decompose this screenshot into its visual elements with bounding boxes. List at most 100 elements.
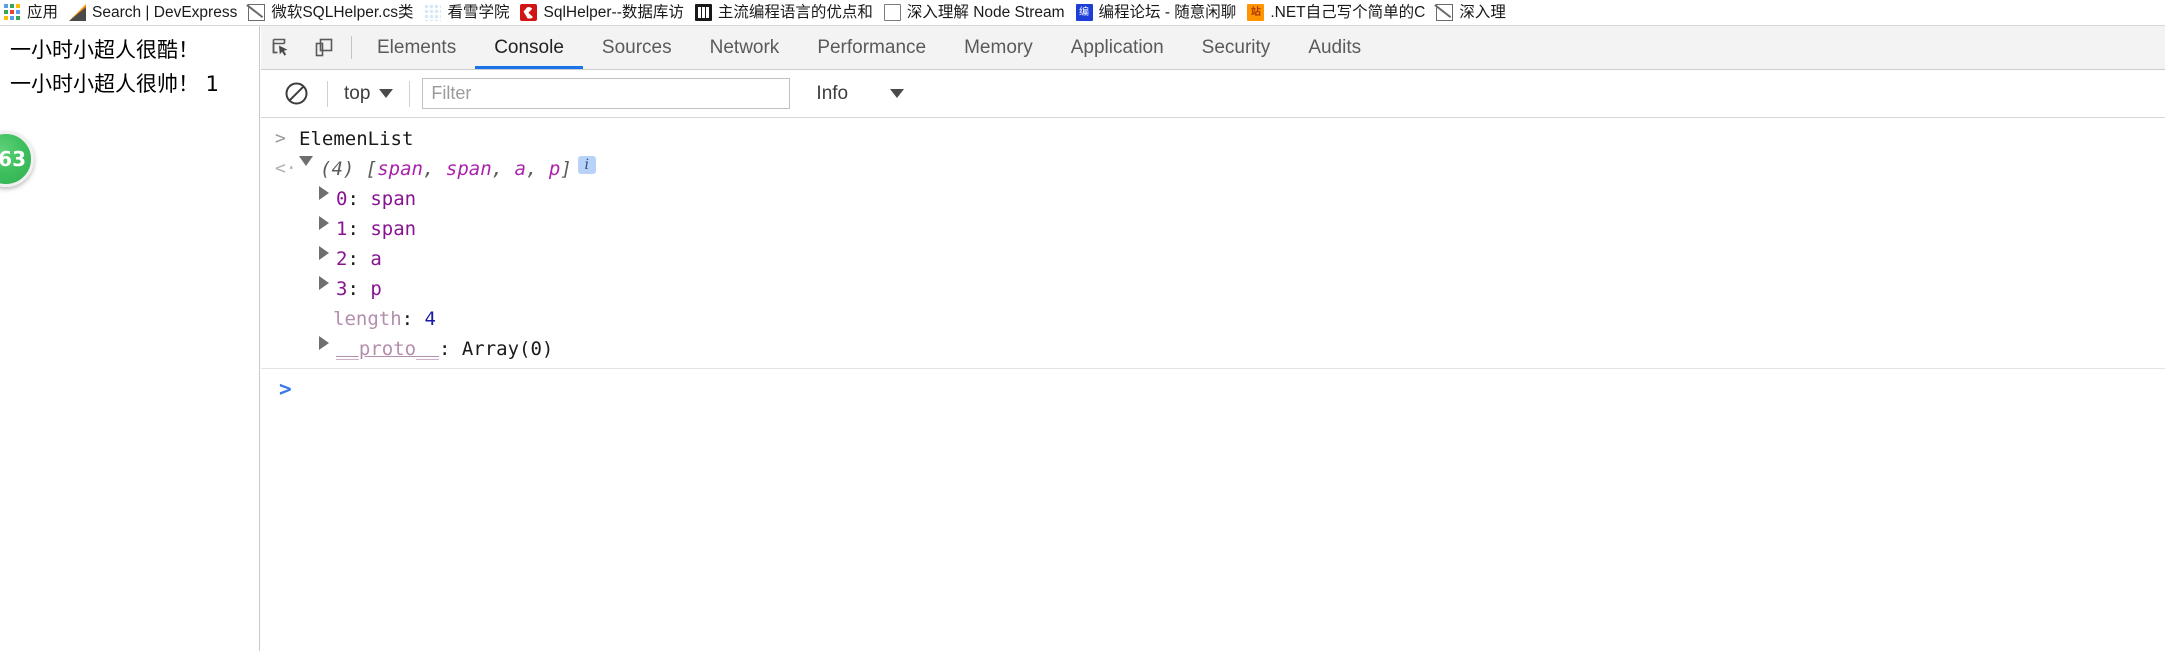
chevron-down-icon [379,89,394,98]
expand-triangle-closed-icon[interactable] [319,276,329,290]
tab-label: Elements [377,36,457,58]
green-score-badge[interactable]: 63 [0,131,34,187]
bookmark-item[interactable]: Search | DevExpress [65,0,244,25]
tab-label: Application [1070,36,1164,58]
bookmark-bar: 应用 Search | DevExpress 微软SQLHelper.cs类 看雪学院… [0,0,2165,26]
devtools-tab-list: Elements Console Sources Network Performance… [358,26,1380,69]
bookmark-item[interactable]: 看雪学院 [420,0,516,25]
console-row-list: > ElemenList <· (4) [span, span, a, p] i 0: s… [261,124,2165,364]
bookmark-label: 应用 [27,3,59,21]
console-text: 2 [336,248,348,270]
dark-bars-icon [694,4,712,21]
console-text: a [514,158,526,180]
prompt-chevron-icon: > [279,377,292,401]
snowflake-icon [424,4,442,21]
console-text: : [347,218,371,240]
bookmark-item[interactable]: 深入理 [1432,0,1513,25]
execution-context-selector[interactable]: top [336,79,401,109]
tab-network[interactable]: Network [691,26,799,69]
tab-label: Audits [1308,36,1362,58]
console-text: 1 [336,218,348,240]
console-text: [ [365,158,378,180]
document-icon [883,4,901,21]
bookmark-item[interactable]: SqlHelper--数据库访 [516,0,690,25]
console-text: span [370,188,417,210]
expand-triangle-closed-icon[interactable] [319,336,329,350]
bookmark-label: 微软SQLHelper.cs类 [271,3,414,21]
forum-icon: 编 [1075,4,1093,21]
tab-performance[interactable]: Performance [798,26,945,69]
device-toolbar-icon[interactable] [303,26,345,69]
page-text-line-1: 一小时小超人很酷！ [10,38,199,62]
console-row[interactable]: __proto__: Array(0) [261,334,2165,364]
console-text: 3 [336,278,348,300]
filter-input[interactable] [422,78,791,109]
toolbar-divider [409,80,411,107]
toolbar-divider [351,36,352,59]
console-text: length [333,308,402,330]
console-row[interactable]: 0: span [261,184,2165,214]
tab-audits[interactable]: Audits [1289,26,1380,69]
tab-elements[interactable]: Elements [358,26,475,69]
expand-triangle-closed-icon[interactable] [319,186,329,200]
tab-application[interactable]: Application [1052,26,1183,69]
console-row[interactable]: <· (4) [span, span, a, p] i [261,154,2165,184]
console-text: : [347,188,371,210]
tab-console[interactable]: Console [475,26,583,69]
bookmark-label: 深入理 [1459,3,1506,21]
bookmark-item[interactable]: 微软SQLHelper.cs类 [244,0,420,25]
cut-link-icon [1436,4,1454,21]
console-text: , [422,158,446,180]
console-text: a [370,248,382,270]
console-text: Array(0) [461,338,554,360]
console-toolbar: top Info [261,70,2165,118]
console-text: : [438,338,462,360]
console-row[interactable]: > ElemenList [261,124,2165,154]
expand-triangle-closed-icon[interactable] [319,246,329,260]
console-text: 4 [424,308,436,330]
console-row[interactable]: 3: p [261,274,2165,304]
console-row[interactable]: 2: a [261,244,2165,274]
console-output[interactable]: > ElemenList <· (4) [span, span, a, p] i 0: s… [261,118,2165,651]
console-text: (4) [320,158,366,180]
bookmark-item[interactable]: 编编程论坛 - 随意闲聊 [1072,0,1244,25]
bookmark-label: SqlHelper--数据库访 [543,3,684,21]
bookmark-item[interactable]: 应用 [0,0,65,25]
console-text: span [377,158,423,180]
expand-triangle-closed-icon[interactable] [319,216,329,230]
chevron-down-icon [890,89,905,98]
tab-label: Sources [601,36,672,58]
info-badge-icon[interactable]: i [577,156,596,174]
inspect-element-icon[interactable] [261,26,303,69]
page-text-line-2: 一小时小超人很帅！ 1 [10,72,220,96]
console-prompt-row[interactable]: > [261,369,2165,403]
console-row[interactable]: length: 4 [261,304,2165,334]
devtools-panel: Elements Console Sources Network Performance… [261,26,2165,651]
bookmark-label: 深入理解 Node Stream [906,3,1065,21]
tab-sources[interactable]: Sources [583,26,691,69]
tab-label: Console [494,36,564,58]
red-site-icon [520,4,538,21]
clear-console-icon[interactable] [273,71,319,117]
cut-link-icon [248,4,266,21]
bookmark-item[interactable]: 主流编程语言的优点和 [691,0,880,25]
devexpress-icon [69,4,87,21]
bookmark-label: 主流编程语言的优点和 [717,3,873,21]
tab-security[interactable]: Security [1183,26,1290,69]
bookmark-label: 看雪学院 [447,3,510,21]
console-text: : [347,278,371,300]
expand-triangle-open-icon[interactable] [299,156,313,166]
bookmark-item[interactable]: 深入理解 Node Stream [880,0,1072,25]
tab-memory[interactable]: Memory [945,26,1052,69]
tab-label: Performance [817,36,927,58]
bookmark-item[interactable]: 站 .NET自己写个简单的C [1243,0,1432,25]
apps-grid-icon [4,4,21,21]
log-level-selector[interactable]: Info [816,82,905,105]
console-text: p [370,278,382,300]
console-row[interactable]: 1: span [261,214,2165,244]
console-text: ] [560,158,572,180]
console-text: span [445,158,492,180]
log-level-label: Info [816,82,849,104]
console-text: p [548,158,561,180]
devtools-tabbar: Elements Console Sources Network Performance… [261,26,2165,70]
